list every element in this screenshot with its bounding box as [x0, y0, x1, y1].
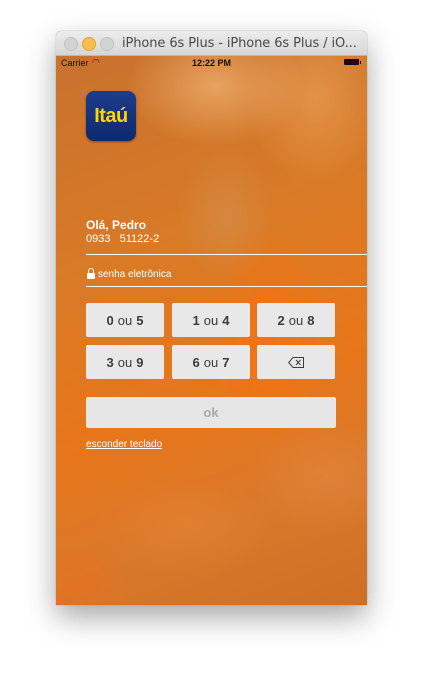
key-1-or-4[interactable]: 1 ou 4: [172, 303, 250, 337]
status-time: 12:22 PM: [191, 58, 232, 68]
key-6-or-7[interactable]: 6 ou 7: [172, 345, 250, 379]
status-bar: Carrier ◠ 12:22 PM: [56, 56, 367, 70]
key-digit-a: 0: [106, 312, 114, 328]
password-field[interactable]: senha eletrônica: [86, 267, 171, 281]
divider-top: [86, 254, 367, 255]
lock-icon: [86, 268, 96, 280]
close-window-button[interactable]: [64, 37, 78, 51]
zoom-window-button[interactable]: [100, 37, 114, 51]
key-digit-b: 8: [307, 312, 315, 328]
divider-bottom: [86, 286, 367, 287]
key-3-or-9[interactable]: 3 ou 9: [86, 345, 164, 379]
key-separator: ou: [117, 354, 133, 370]
key-digit-a: 1: [192, 312, 200, 328]
key-digit-b: 5: [136, 312, 144, 328]
key-separator: ou: [203, 312, 219, 328]
key-digit-a: 6: [192, 354, 200, 370]
greeting: Olá, Pedro: [86, 218, 147, 232]
key-0-or-5[interactable]: 0 ou 5: [86, 303, 164, 337]
backspace-icon: [288, 356, 304, 368]
key-digit-b: 4: [222, 312, 230, 328]
key-digit-a: 2: [277, 312, 285, 328]
key-separator: ou: [203, 354, 219, 370]
password-label: senha eletrônica: [98, 268, 172, 280]
account-number: 0933 51122-2: [86, 233, 160, 245]
key-digit-b: 7: [222, 354, 230, 370]
minimize-window-button[interactable]: [82, 37, 96, 51]
battery-icon: [344, 59, 361, 65]
app-screen: Carrier ◠ 12:22 PM Itaú Olá, Pedro 0933 …: [56, 56, 367, 605]
logo-text: Itaú: [94, 104, 128, 127]
key-separator: ou: [117, 312, 133, 328]
itau-logo: Itaú: [86, 91, 136, 141]
key-separator: ou: [288, 312, 304, 328]
window-title: iPhone 6s Plus - iPhone 6s Plus / iO...: [122, 36, 357, 51]
window-titlebar: iPhone 6s Plus - iPhone 6s Plus / iO...: [56, 31, 367, 56]
ok-button[interactable]: ok: [86, 397, 336, 428]
key-digit-a: 3: [106, 354, 114, 370]
backspace-button[interactable]: [257, 345, 335, 379]
key-digit-b: 9: [136, 354, 144, 370]
key-2-or-8[interactable]: 2 ou 8: [257, 303, 335, 337]
hide-keyboard-link[interactable]: esconder teclado: [86, 439, 162, 450]
simulator-window: iPhone 6s Plus - iPhone 6s Plus / iO... …: [56, 31, 367, 605]
